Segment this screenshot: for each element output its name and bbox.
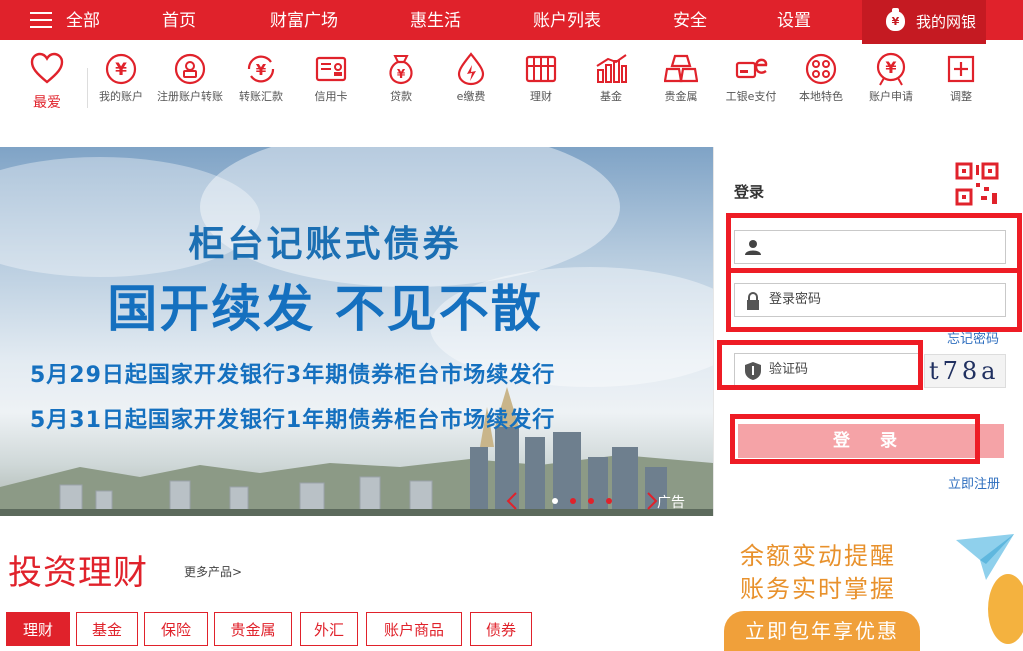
heart-icon [30,52,64,84]
flame-icon [457,52,485,86]
favorites-button[interactable]: 最爱 [22,52,72,112]
gold-bars-icon [664,54,698,83]
investment-tab[interactable]: 基金 [76,612,138,646]
investment-tab[interactable]: 账户商品 [366,612,462,646]
local-icon [805,53,837,85]
toolbar-item[interactable]: 信用卡 [296,52,366,105]
user-icon [745,240,761,255]
nav-security[interactable]: 安全 [673,0,707,40]
abacus-icon [525,55,557,83]
toolbar-item[interactable]: 调整 [926,52,996,105]
prev-arrow-icon[interactable] [506,491,518,511]
toolbar-item[interactable]: 贵金属 [646,52,716,105]
promo-banner[interactable]: 柜台记账式债券 国开续发 不见不散 5月29日起国家开发银行3年期债券柜台市场续… [0,147,713,516]
register-link[interactable]: 立即注册 [948,473,1000,492]
captcha-image[interactable]: t78a [924,354,1006,388]
investment-section-title: 投资理财 [8,553,148,593]
shield-icon [745,362,761,380]
investment-tab[interactable]: 保险 [144,612,208,646]
investment-tab[interactable]: 贵金属 [214,612,292,646]
money-bag-icon: ¥ [389,55,413,85]
toolbar-item-label: 账户申请 [869,90,913,103]
nav-all[interactable]: 全部 [66,0,100,40]
nav-wealth-square[interactable]: 财富广场 [270,0,338,40]
toolbar-item-label: 理财 [530,90,552,103]
svg-text:¥: ¥ [397,67,406,81]
toolbar-item[interactable]: ¥ 贷款 [366,52,436,105]
login-title: 登录 [734,183,765,201]
login-button[interactable]: 登 录 [738,424,1004,458]
more-products-link[interactable]: 更多产品> [184,563,242,580]
carousel-dot[interactable] [552,498,558,504]
toolbar-item[interactable]: 注册账户转账 [155,52,225,105]
toolbar-item-label: 转账汇款 [239,90,283,103]
svg-text:¥: ¥ [256,61,267,79]
toolbar-item[interactable]: 本地特色 [786,52,856,105]
username-field[interactable] [734,230,1006,264]
lock-icon [747,292,759,310]
nav-home[interactable]: 首页 [162,0,196,40]
carousel-dot[interactable] [570,498,576,504]
toolbar-item-label: 我的账户 [99,90,143,103]
yen-coin-icon: ¥ [105,53,137,85]
toolbar-item[interactable]: ¥ 转账汇款 [226,52,296,105]
toolbar-item-label: 信用卡 [314,90,348,103]
banner-headline: 国开续发 不见不散 [107,280,543,338]
menu-icon[interactable] [30,12,52,29]
toolbar-item-label: 贷款 [390,90,412,103]
toolbar-item-label: 调整 [950,90,972,103]
carousel-dot[interactable] [588,498,594,504]
toolbar-item-label: 注册账户转账 [157,90,223,103]
toolbar-item[interactable]: 工银e支付 [716,52,786,105]
carousel-dot[interactable] [606,498,612,504]
toolbar-item[interactable]: 基金 [576,52,646,105]
toolbar-item[interactable]: e缴费 [436,52,506,105]
toolbar-item-label: 本地特色 [799,90,843,103]
account-apply-icon: ¥ [876,52,906,86]
toolbar-item[interactable]: ¥ 账户申请 [856,52,926,105]
promo-button[interactable]: 立即包年享优惠 [724,611,920,651]
svg-text:¥: ¥ [885,58,896,77]
my-online-bank-button[interactable]: ¥ 我的网银 [862,0,986,44]
e-pay-icon [735,58,768,79]
transfer-icon: ¥ [247,55,275,83]
promo-line-1: 余额变动提醒 [740,542,896,570]
toolbar-item-label: 工银e支付 [725,90,777,103]
promo-line-2: 账务实时掌握 [740,575,896,603]
toolbar-item-label: 基金 [600,90,622,103]
toolbar-item[interactable]: 理财 [506,52,576,105]
ad-label: 广告 [657,495,685,511]
toolbar-item[interactable]: ¥ 我的账户 [86,52,156,105]
investment-tab[interactable]: 外汇 [300,612,358,646]
toolbar-item-label: e缴费 [456,90,486,103]
password-field[interactable]: 登录密码 [734,283,1006,317]
money-bag-icon: ¥ [886,8,905,31]
banner-line-1: 5月29日起国家开发银行3年期债券柜台市场续发行 [30,363,556,388]
nav-account-list[interactable]: 账户列表 [533,0,601,40]
investment-tab[interactable]: 债券 [470,612,532,646]
investment-tab[interactable]: 理财 [6,612,70,646]
plus-box-icon [947,55,975,83]
fund-chart-icon [596,54,627,83]
nav-settings[interactable]: 设置 [777,0,811,40]
coin-decoration [988,574,1023,644]
captcha-field[interactable]: 验证码 [734,353,920,387]
svg-text:¥: ¥ [115,60,127,80]
top-navigation-bar: 全部 首页 财富广场 惠生活 账户列表 安全 设置 ¥ 我的网银 [0,0,1023,44]
login-panel: 登录 登录密码 忘记密码 验证码 t78a 登 录 立即注册 [713,147,1023,516]
credit-card-icon [315,56,347,82]
banner-title: 柜台记账式债券 [188,224,462,265]
nav-life[interactable]: 惠生活 [410,0,461,40]
forgot-password-link[interactable]: 忘记密码 [947,328,999,347]
toolbar-item-label: 贵金属 [664,90,698,103]
register-transfer-icon [174,53,206,85]
banner-line-2: 5月31日起国家开发银行1年期债券柜台市场续发行 [30,408,556,433]
qr-code-icon[interactable] [954,161,1000,207]
